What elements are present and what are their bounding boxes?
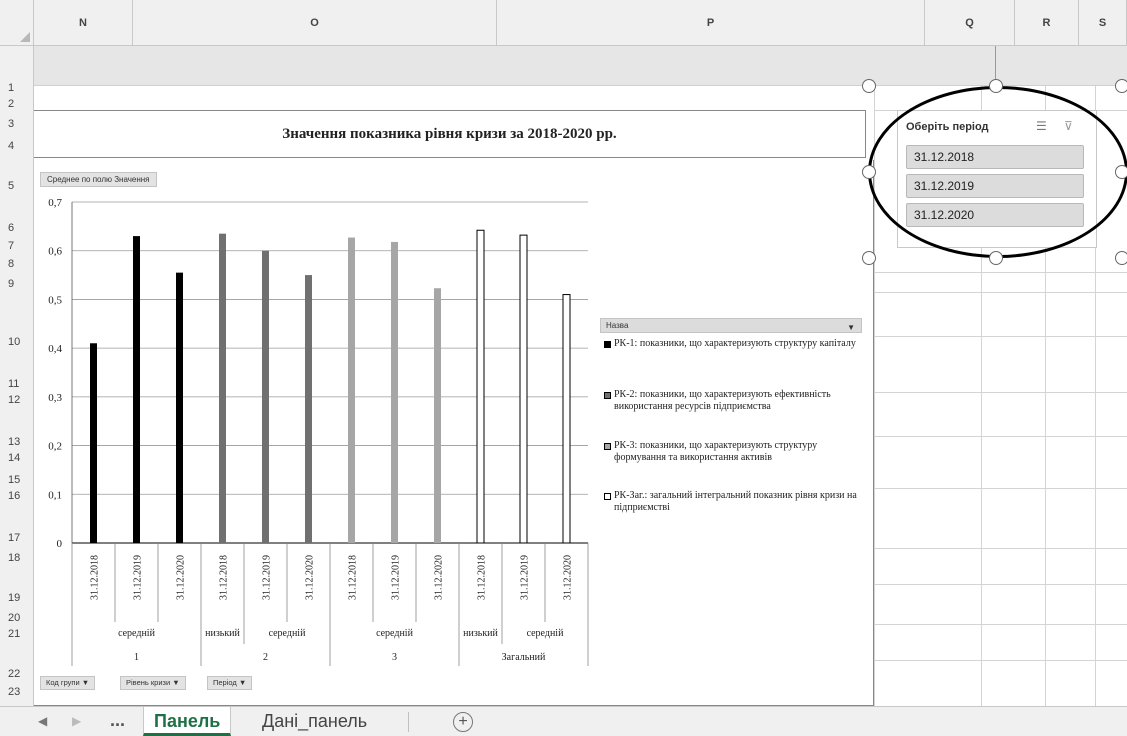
- resize-handle[interactable]: [862, 165, 876, 179]
- legend-filter-button[interactable]: Назва ▼: [600, 318, 862, 333]
- bar: [262, 250, 269, 543]
- next-sheet-icon[interactable]: ▶: [72, 714, 81, 728]
- level-label: низький: [463, 628, 498, 639]
- resize-handle[interactable]: [989, 79, 1003, 93]
- y-tick-label: 0: [57, 538, 63, 550]
- y-tick-label: 0,6: [48, 246, 62, 258]
- bar: [133, 236, 140, 543]
- slicer-item[interactable]: 31.12.2018: [906, 145, 1084, 169]
- bar: [562, 294, 571, 544]
- legend-item-label: РК-Заг.: загальний інтегральний показник…: [614, 490, 857, 513]
- legend-item-label: РК-3: показники, що характеризують струк…: [614, 440, 818, 463]
- y-tick-label: 0,1: [48, 489, 62, 501]
- bar: [219, 233, 226, 543]
- resize-handle[interactable]: [1115, 79, 1127, 93]
- x-tick-label: 31.12.2019: [262, 555, 273, 600]
- slicer-title: Оберіть період: [906, 121, 989, 133]
- y-tick-label: 0,4: [48, 343, 62, 355]
- group-label: 2: [263, 652, 268, 663]
- legend-item: РК-3: показники, що характеризують струк…: [604, 440, 866, 464]
- bar: [176, 272, 183, 543]
- y-tick-label: 0,5: [48, 294, 62, 306]
- group-label: 3: [392, 652, 397, 663]
- add-sheet-icon[interactable]: +: [453, 712, 473, 732]
- period-slicer[interactable]: Оберіть період ☰ ⊽ 31.12.2018 31.12.2019…: [897, 110, 1097, 248]
- legend-item: РК-2: показники, що характеризують ефект…: [604, 389, 866, 413]
- x-tick-label: 31.12.2019: [133, 555, 144, 600]
- legend-item-label: РК-1: показники, що характеризують струк…: [614, 338, 856, 349]
- legend-item: РК-1: показники, що характеризують струк…: [604, 338, 866, 350]
- legend-item: РК-Заг.: загальний інтегральний показник…: [604, 490, 866, 514]
- x-tick-label: 31.12.2020: [305, 555, 316, 600]
- y-tick-label: 0,2: [48, 441, 62, 453]
- x-tick-label: 31.12.2019: [391, 555, 402, 600]
- level-label: середній: [527, 628, 565, 639]
- resize-handle[interactable]: [989, 251, 1003, 265]
- legend-swatch: [604, 443, 611, 450]
- group-label: 1: [134, 652, 139, 663]
- clear-filter-icon[interactable]: ⊽: [1064, 119, 1073, 133]
- level-label: середній: [118, 628, 156, 639]
- level-label: низький: [205, 628, 240, 639]
- legend-item-label: РК-2: показники, що характеризують ефект…: [614, 389, 831, 412]
- bar: [519, 234, 528, 544]
- y-tick-label: 0,3: [48, 392, 62, 404]
- resize-handle[interactable]: [862, 79, 876, 93]
- x-tick-label: 31.12.2020: [176, 555, 187, 600]
- bar: [391, 241, 398, 543]
- axis-field-button-period[interactable]: Період ▼: [207, 676, 253, 690]
- legend-swatch: [604, 341, 611, 348]
- axis-field-button-crisis-level[interactable]: Рівень кризи ▼: [120, 676, 186, 690]
- resize-handle[interactable]: [1115, 165, 1127, 179]
- axis-field-button-group-code[interactable]: Код групи ▼: [40, 676, 96, 690]
- y-tick-label: 0,7: [48, 197, 62, 209]
- tab-panel[interactable]: Панель: [143, 707, 232, 736]
- legend-swatch: [604, 493, 611, 500]
- x-tick-label: 31.12.2019: [520, 555, 531, 600]
- multi-select-icon[interactable]: ☰: [1036, 119, 1047, 133]
- x-tick-label: 31.12.2018: [219, 555, 230, 600]
- x-tick-label: 31.12.2020: [434, 555, 445, 600]
- x-tick-label: 31.12.2018: [348, 555, 359, 600]
- slicer-item[interactable]: 31.12.2020: [906, 203, 1084, 227]
- bar: [90, 343, 97, 543]
- slicer-item[interactable]: 31.12.2019: [906, 174, 1084, 198]
- bar: [434, 288, 441, 543]
- x-tick-label: 31.12.2020: [563, 555, 574, 600]
- group-label: Загальний: [502, 652, 546, 663]
- legend-swatch: [604, 392, 611, 399]
- resize-handle[interactable]: [862, 251, 876, 265]
- legend-title: Назва: [606, 321, 629, 330]
- bar: [348, 237, 355, 543]
- chevron-down-icon[interactable]: ▼: [847, 321, 855, 334]
- sheet-tab-bar: ◀ ▶ ... Панель Дані_панель +: [0, 706, 1127, 736]
- x-tick-label: 31.12.2018: [477, 555, 488, 600]
- level-label: середній: [376, 628, 414, 639]
- bar: [476, 229, 485, 544]
- level-label: середній: [269, 628, 307, 639]
- tab-separator: [408, 712, 409, 732]
- tab-data-panel[interactable]: Дані_панель: [252, 707, 377, 736]
- x-tick-label: 31.12.2018: [90, 555, 101, 600]
- previous-sheet-icon[interactable]: ◀: [38, 714, 47, 728]
- more-sheets-button[interactable]: ...: [110, 710, 125, 731]
- resize-handle[interactable]: [1115, 251, 1127, 265]
- bar: [305, 275, 312, 543]
